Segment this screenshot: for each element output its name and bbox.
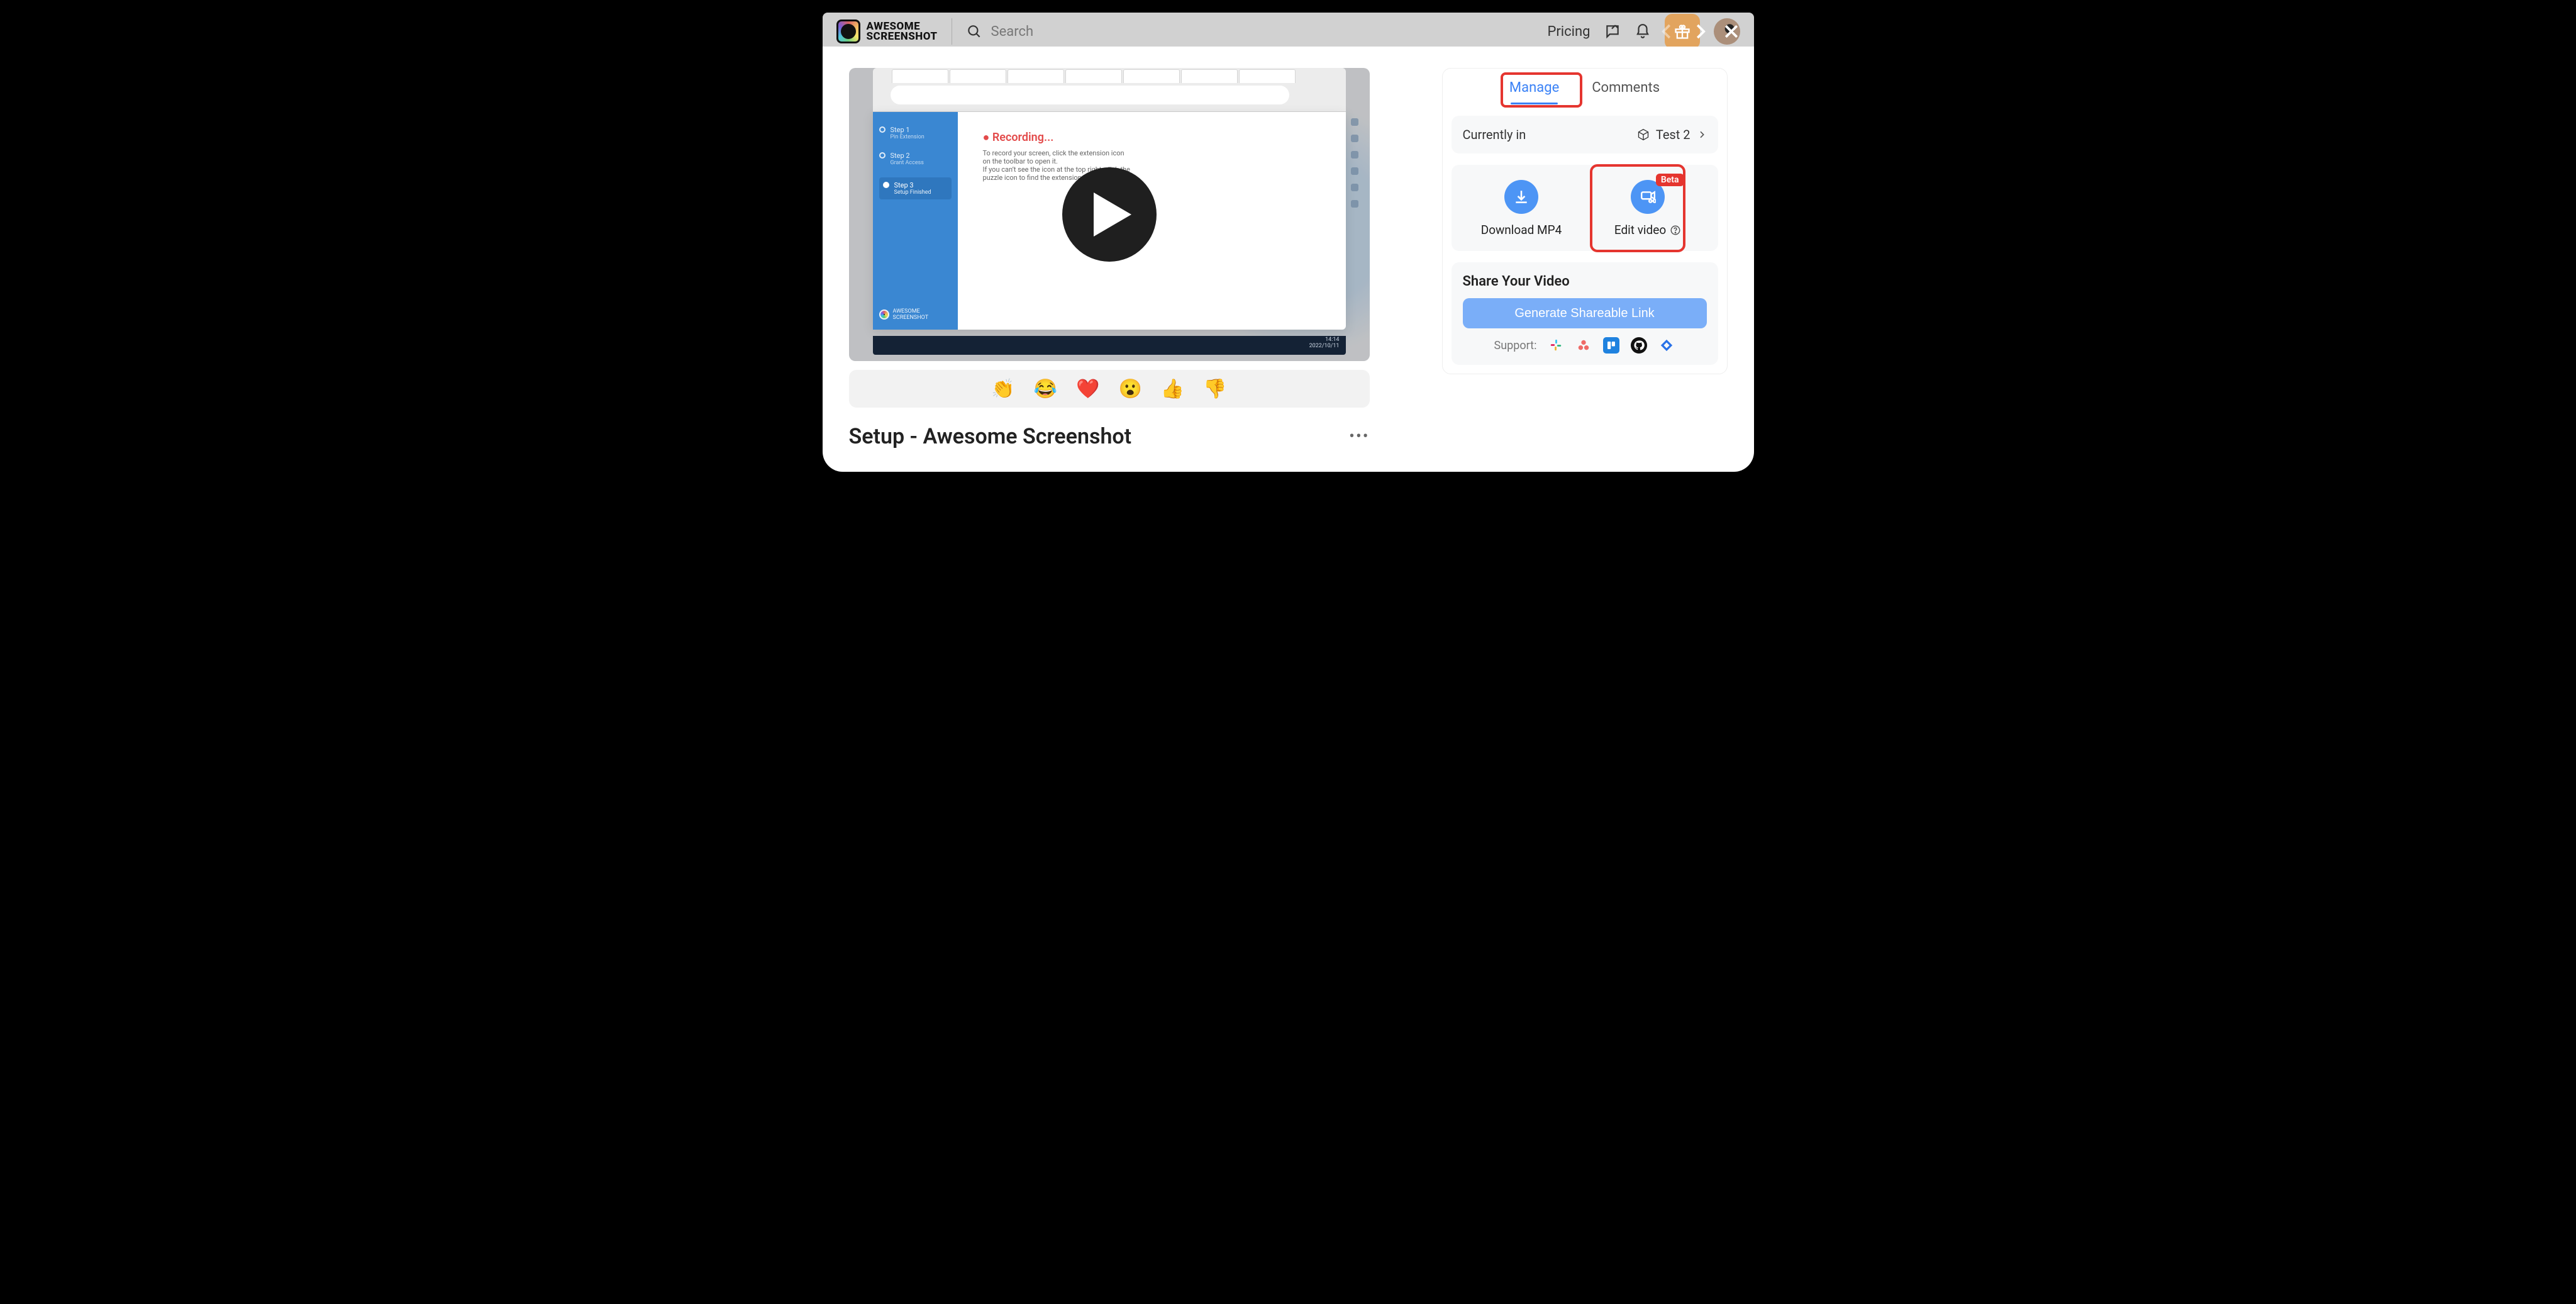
reaction-heart[interactable]: ❤️	[1076, 378, 1099, 400]
preview-browser-chrome	[873, 68, 1346, 112]
tab-comments[interactable]: Comments	[1588, 80, 1663, 104]
edit-video-button[interactable]: Beta Edit video	[1589, 176, 1707, 240]
bell-icon[interactable]	[1635, 23, 1651, 40]
prev-button[interactable]	[1655, 19, 1680, 44]
current-folder-row[interactable]: Currently in Test 2	[1452, 116, 1718, 153]
asana-icon[interactable]	[1575, 337, 1592, 354]
current-folder-link[interactable]: Test 2	[1637, 127, 1707, 142]
chevron-left-icon	[1658, 22, 1677, 41]
reaction-clap[interactable]: 👏	[991, 378, 1014, 400]
close-icon	[1722, 22, 1741, 41]
reaction-thumbs-up[interactable]: 👍	[1161, 378, 1184, 400]
app-header: AWESOME SCREENSHOT Search Pricing	[823, 13, 1754, 50]
feedback-icon[interactable]	[1604, 23, 1621, 40]
video-title: Setup - Awesome Screenshot	[849, 424, 1132, 449]
download-icon	[1504, 180, 1538, 214]
chevron-right-icon	[1697, 130, 1707, 140]
brand-logo-icon	[836, 20, 860, 43]
video-preview[interactable]: Step 1Pin Extension Step 2Grant Access S…	[849, 68, 1370, 361]
cube-icon	[1637, 128, 1650, 141]
video-detail-modal: Step 1Pin Extension Step 2Grant Access S…	[823, 47, 1754, 472]
reaction-wow[interactable]: 😮	[1119, 378, 1142, 400]
brand: AWESOME SCREENSHOT	[836, 20, 938, 43]
close-button[interactable]	[1719, 19, 1744, 44]
share-title: Share Your Video	[1463, 274, 1707, 289]
share-section: Share Your Video Generate Shareable Link…	[1452, 262, 1718, 365]
search-placeholder: Search	[991, 24, 1034, 40]
preview-taskbar: 14:142022/10/11	[873, 336, 1346, 355]
reaction-thumbs-down[interactable]: 👎	[1203, 378, 1226, 400]
download-mp4-button[interactable]: Download MP4	[1463, 176, 1580, 240]
tab-manage[interactable]: Manage	[1506, 80, 1563, 104]
next-button[interactable]	[1687, 19, 1713, 44]
help-icon[interactable]	[1670, 225, 1681, 236]
reaction-laugh[interactable]: 😂	[1034, 378, 1057, 400]
reactions-bar: 👏 😂 ❤️ 😮 👍 👎	[849, 370, 1370, 408]
github-icon[interactable]	[1631, 337, 1647, 354]
play-icon	[1094, 192, 1131, 237]
generate-link-button[interactable]: Generate Shareable Link	[1463, 298, 1707, 328]
chevron-right-icon	[1690, 22, 1709, 41]
support-label: Support:	[1494, 339, 1537, 352]
brand-text: AWESOME SCREENSHOT	[867, 21, 938, 42]
search-input[interactable]: Search	[966, 23, 1034, 40]
trello-icon[interactable]	[1603, 337, 1619, 354]
currently-in-label: Currently in	[1463, 127, 1526, 142]
pricing-link[interactable]: Pricing	[1547, 24, 1590, 40]
manage-panel: Manage Comments Currently in Test 2	[1442, 68, 1728, 374]
play-button[interactable]	[1062, 167, 1157, 262]
jira-icon[interactable]	[1658, 337, 1675, 354]
preview-side-icons	[1351, 118, 1361, 323]
slack-icon[interactable]	[1548, 337, 1564, 354]
beta-badge: Beta	[1656, 174, 1684, 186]
more-menu-button[interactable]: •••	[1349, 427, 1369, 446]
search-icon	[966, 23, 982, 40]
